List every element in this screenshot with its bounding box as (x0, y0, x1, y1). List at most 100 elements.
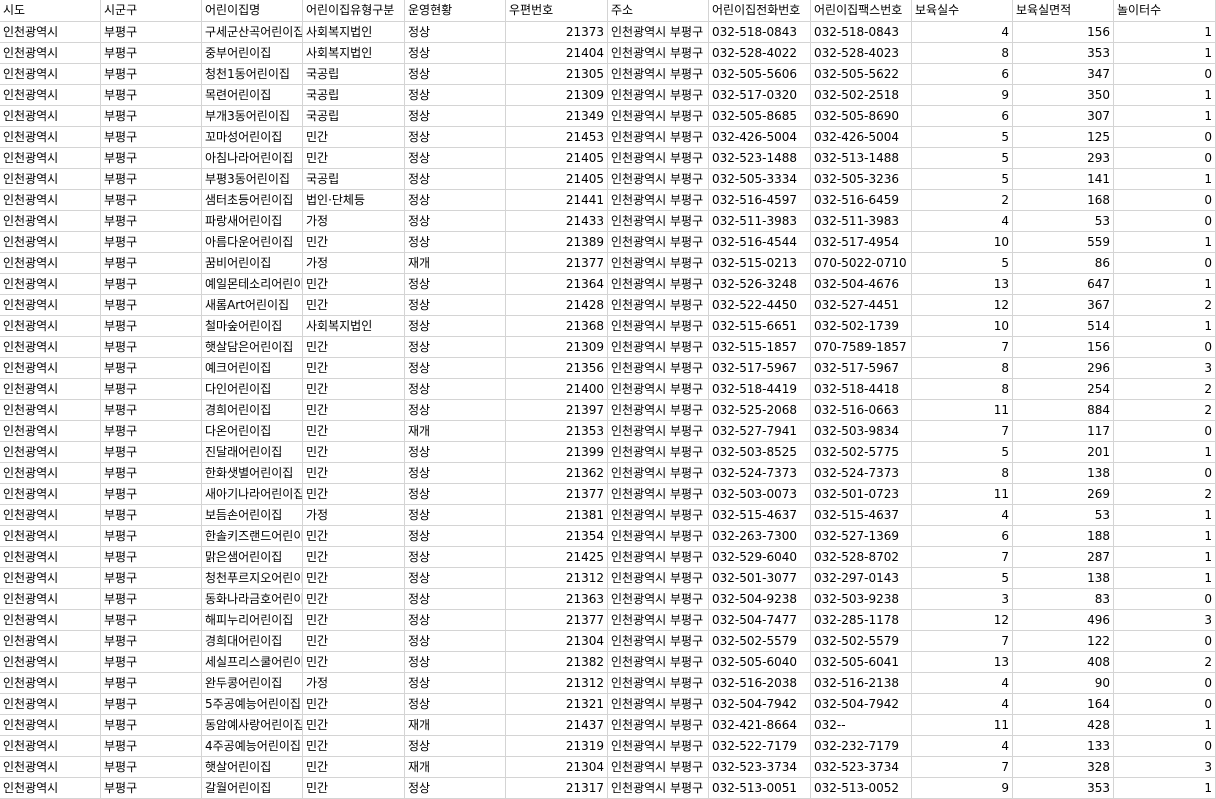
cell-fax[interactable]: 032-426-5004 (811, 127, 912, 147)
cell-type[interactable]: 국공립 (303, 106, 405, 126)
cell-area[interactable]: 353 (1013, 43, 1114, 63)
cell-name[interactable]: 한솔키즈랜드어린이집 (202, 526, 303, 546)
cell-zip[interactable]: 21319 (506, 736, 608, 756)
cell-area[interactable]: 122 (1013, 631, 1114, 651)
cell-area[interactable]: 254 (1013, 379, 1114, 399)
cell-type[interactable]: 가정 (303, 673, 405, 693)
cell-sigungu[interactable]: 부평구 (101, 253, 202, 273)
cell-status[interactable]: 정상 (405, 274, 506, 294)
cell-type[interactable]: 가정 (303, 211, 405, 231)
column-header-sigungu[interactable]: 시군구 (101, 0, 202, 21)
cell-zip[interactable]: 21304 (506, 757, 608, 777)
cell-fax[interactable]: 032-232-7179 (811, 736, 912, 756)
cell-type[interactable]: 민간 (303, 442, 405, 462)
cell-zip[interactable]: 21354 (506, 526, 608, 546)
cell-phone[interactable]: 032-524-7373 (709, 463, 811, 483)
cell-address[interactable]: 인천광역시 부평구 (608, 463, 709, 483)
cell-address[interactable]: 인천광역시 부평구 (608, 148, 709, 168)
cell-sigungu[interactable]: 부평구 (101, 757, 202, 777)
cell-type[interactable]: 민간 (303, 379, 405, 399)
cell-area[interactable]: 168 (1013, 190, 1114, 210)
cell-sido[interactable]: 인천광역시 (0, 316, 101, 336)
column-header-type[interactable]: 어린이집유형구분 (303, 0, 405, 21)
cell-zip[interactable]: 21349 (506, 106, 608, 126)
cell-playgrounds[interactable]: 0 (1114, 127, 1216, 147)
cell-fax[interactable]: 070-5022-0710 (811, 253, 912, 273)
cell-name[interactable]: 갈월어린이집 (202, 778, 303, 798)
cell-sigungu[interactable]: 부평구 (101, 526, 202, 546)
cell-sigungu[interactable]: 부평구 (101, 358, 202, 378)
cell-status[interactable]: 정상 (405, 85, 506, 105)
cell-sido[interactable]: 인천광역시 (0, 442, 101, 462)
cell-address[interactable]: 인천광역시 부평구 (608, 127, 709, 147)
cell-area[interactable]: 53 (1013, 211, 1114, 231)
cell-address[interactable]: 인천광역시 부평구 (608, 673, 709, 693)
cell-playgrounds[interactable]: 1 (1114, 505, 1216, 525)
cell-rooms[interactable]: 7 (912, 631, 1013, 651)
cell-phone[interactable]: 032-518-4419 (709, 379, 811, 399)
cell-status[interactable]: 정상 (405, 295, 506, 315)
cell-rooms[interactable]: 8 (912, 463, 1013, 483)
cell-playgrounds[interactable]: 0 (1114, 694, 1216, 714)
cell-phone[interactable]: 032-517-0320 (709, 85, 811, 105)
cell-address[interactable]: 인천광역시 부평구 (608, 505, 709, 525)
cell-playgrounds[interactable]: 0 (1114, 463, 1216, 483)
cell-zip[interactable]: 21400 (506, 379, 608, 399)
cell-zip[interactable]: 21389 (506, 232, 608, 252)
cell-phone[interactable]: 032-515-0213 (709, 253, 811, 273)
cell-zip[interactable]: 21425 (506, 547, 608, 567)
cell-playgrounds[interactable]: 2 (1114, 484, 1216, 504)
cell-zip[interactable]: 21382 (506, 652, 608, 672)
cell-type[interactable]: 민간 (303, 526, 405, 546)
cell-fax[interactable]: 032-505-3236 (811, 169, 912, 189)
cell-sigungu[interactable]: 부평구 (101, 610, 202, 630)
cell-sigungu[interactable]: 부평구 (101, 505, 202, 525)
cell-type[interactable]: 민간 (303, 232, 405, 252)
cell-playgrounds[interactable]: 0 (1114, 64, 1216, 84)
cell-playgrounds[interactable]: 0 (1114, 421, 1216, 441)
cell-area[interactable]: 496 (1013, 610, 1114, 630)
cell-zip[interactable]: 21453 (506, 127, 608, 147)
cell-fax[interactable]: 032-504-4676 (811, 274, 912, 294)
cell-area[interactable]: 201 (1013, 442, 1114, 462)
cell-area[interactable]: 328 (1013, 757, 1114, 777)
cell-address[interactable]: 인천광역시 부평구 (608, 85, 709, 105)
cell-fax[interactable]: 032-524-7373 (811, 463, 912, 483)
cell-sido[interactable]: 인천광역시 (0, 211, 101, 231)
cell-rooms[interactable]: 5 (912, 568, 1013, 588)
cell-zip[interactable]: 21362 (506, 463, 608, 483)
cell-playgrounds[interactable]: 0 (1114, 337, 1216, 357)
cell-status[interactable]: 재개 (405, 715, 506, 735)
cell-rooms[interactable]: 6 (912, 106, 1013, 126)
cell-area[interactable]: 350 (1013, 85, 1114, 105)
cell-name[interactable]: 경희대어린이집 (202, 631, 303, 651)
cell-sido[interactable]: 인천광역시 (0, 337, 101, 357)
cell-fax[interactable]: 032-528-8702 (811, 547, 912, 567)
cell-area[interactable]: 141 (1013, 169, 1114, 189)
cell-name[interactable]: 맑은샘어린이집 (202, 547, 303, 567)
cell-address[interactable]: 인천광역시 부평구 (608, 190, 709, 210)
cell-sido[interactable]: 인천광역시 (0, 757, 101, 777)
cell-rooms[interactable]: 8 (912, 379, 1013, 399)
cell-area[interactable]: 559 (1013, 232, 1114, 252)
column-header-playgrounds[interactable]: 놀이터수 (1114, 0, 1216, 21)
cell-playgrounds[interactable]: 1 (1114, 715, 1216, 735)
cell-rooms[interactable]: 7 (912, 421, 1013, 441)
cell-zip[interactable]: 21377 (506, 253, 608, 273)
cell-rooms[interactable]: 6 (912, 64, 1013, 84)
cell-sido[interactable]: 인천광역시 (0, 295, 101, 315)
cell-phone[interactable]: 032-522-7179 (709, 736, 811, 756)
cell-sido[interactable]: 인천광역시 (0, 400, 101, 420)
cell-status[interactable]: 재개 (405, 757, 506, 777)
cell-sigungu[interactable]: 부평구 (101, 232, 202, 252)
cell-sigungu[interactable]: 부평구 (101, 421, 202, 441)
cell-address[interactable]: 인천광역시 부평구 (608, 232, 709, 252)
cell-status[interactable]: 정상 (405, 190, 506, 210)
cell-type[interactable]: 민간 (303, 463, 405, 483)
cell-fax[interactable]: 032-502-2518 (811, 85, 912, 105)
cell-phone[interactable]: 032-502-5579 (709, 631, 811, 651)
cell-area[interactable]: 138 (1013, 568, 1114, 588)
cell-sigungu[interactable]: 부평구 (101, 379, 202, 399)
cell-address[interactable]: 인천광역시 부평구 (608, 757, 709, 777)
cell-zip[interactable]: 21321 (506, 694, 608, 714)
